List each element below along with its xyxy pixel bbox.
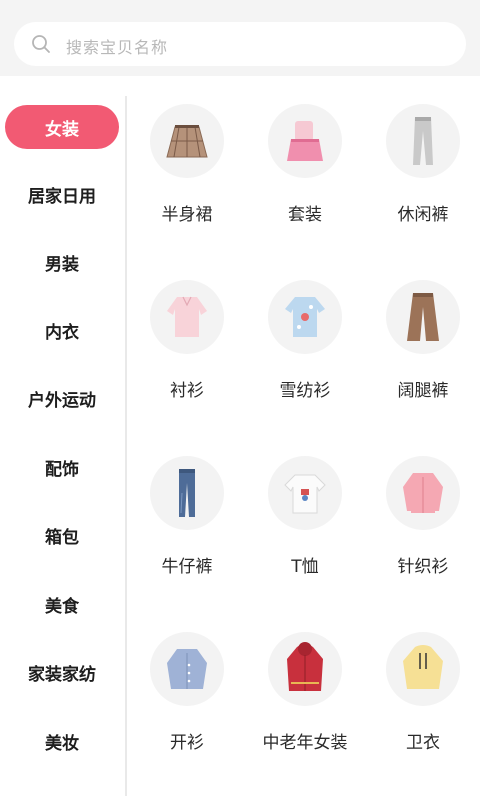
subcategory-grid: 半身裙 套装 休闲裤衬衫 雪纺衫 阔腿裤牛仔裤 T恤 针织衫开衫 中老年女装 卫衣: [128, 96, 480, 796]
two-piece-outfit-icon: [268, 104, 342, 178]
subcategory-label: 休闲裤: [397, 205, 449, 225]
subcategory-item[interactable]: 休闲裤: [364, 96, 480, 256]
subcategory-label: 阔腿裤: [397, 381, 449, 401]
sidebar-item[interactable]: 箱包: [0, 513, 124, 557]
pink-blouse-icon: [150, 280, 224, 354]
sidebar-item[interactable]: 配饰: [0, 445, 124, 489]
sidebar-item[interactable]: 美妆: [0, 719, 124, 763]
subcategory-item[interactable]: 衬衫: [128, 272, 246, 432]
subcategory-label: 雪纺衫: [279, 381, 331, 401]
subcategory-label: 衬衫: [170, 381, 204, 401]
subcategory-label: 半身裙: [161, 205, 213, 225]
subcategory-label: T恤: [291, 557, 319, 577]
search-icon: [32, 35, 50, 53]
subcategory-item[interactable]: 套装: [246, 96, 364, 256]
red-coat-icon: [268, 632, 342, 706]
subcategory-item[interactable]: 卫衣: [364, 624, 480, 784]
yellow-hoodie-icon: [386, 632, 460, 706]
sidebar-item[interactable]: 户外运动: [0, 376, 124, 420]
subcategory-item[interactable]: 阔腿裤: [364, 272, 480, 432]
subcategory-item[interactable]: 雪纺衫: [246, 272, 364, 432]
search-bar[interactable]: 搜索宝贝名称: [14, 22, 466, 66]
sidebar-item[interactable]: 家装家纺: [0, 650, 124, 694]
subcategory-item[interactable]: 中老年女装: [246, 624, 364, 784]
knit-cardigan-icon: [386, 456, 460, 530]
subcategory-label: 针织衫: [397, 557, 449, 577]
sidebar-item[interactable]: 美食: [0, 582, 124, 626]
tshirt-icon: [268, 456, 342, 530]
subcategory-label: 牛仔裤: [161, 557, 213, 577]
sidebar-item[interactable]: 女装: [5, 105, 119, 149]
wide-leg-pants-icon: [386, 280, 460, 354]
subcategory-item[interactable]: T恤: [246, 448, 364, 608]
top-bar: 搜索宝贝名称: [0, 0, 480, 76]
subcategory-label: 套装: [288, 205, 322, 225]
chiffon-shirt-icon: [268, 280, 342, 354]
subcategory-item[interactable]: 针织衫: [364, 448, 480, 608]
jeans-icon: [150, 456, 224, 530]
plaid-skirt-icon: [150, 104, 224, 178]
subcategory-label: 开衫: [170, 733, 204, 753]
subcategory-item[interactable]: 半身裙: [128, 96, 246, 256]
search-placeholder: 搜索宝贝名称: [66, 38, 169, 57]
subcategory-label: 中老年女装: [262, 733, 348, 753]
blue-cardigan-icon: [150, 632, 224, 706]
subcategory-item[interactable]: 开衫: [128, 624, 246, 784]
sidebar-item[interactable]: 居家日用: [0, 172, 124, 216]
subcategory-item[interactable]: 牛仔裤: [128, 448, 246, 608]
sidebar-item[interactable]: 男装: [0, 240, 124, 284]
sidebar-item[interactable]: 内衣: [0, 308, 124, 352]
sidebar-divider: [125, 96, 127, 796]
grey-trousers-icon: [386, 104, 460, 178]
subcategory-label: 卫衣: [406, 733, 440, 753]
